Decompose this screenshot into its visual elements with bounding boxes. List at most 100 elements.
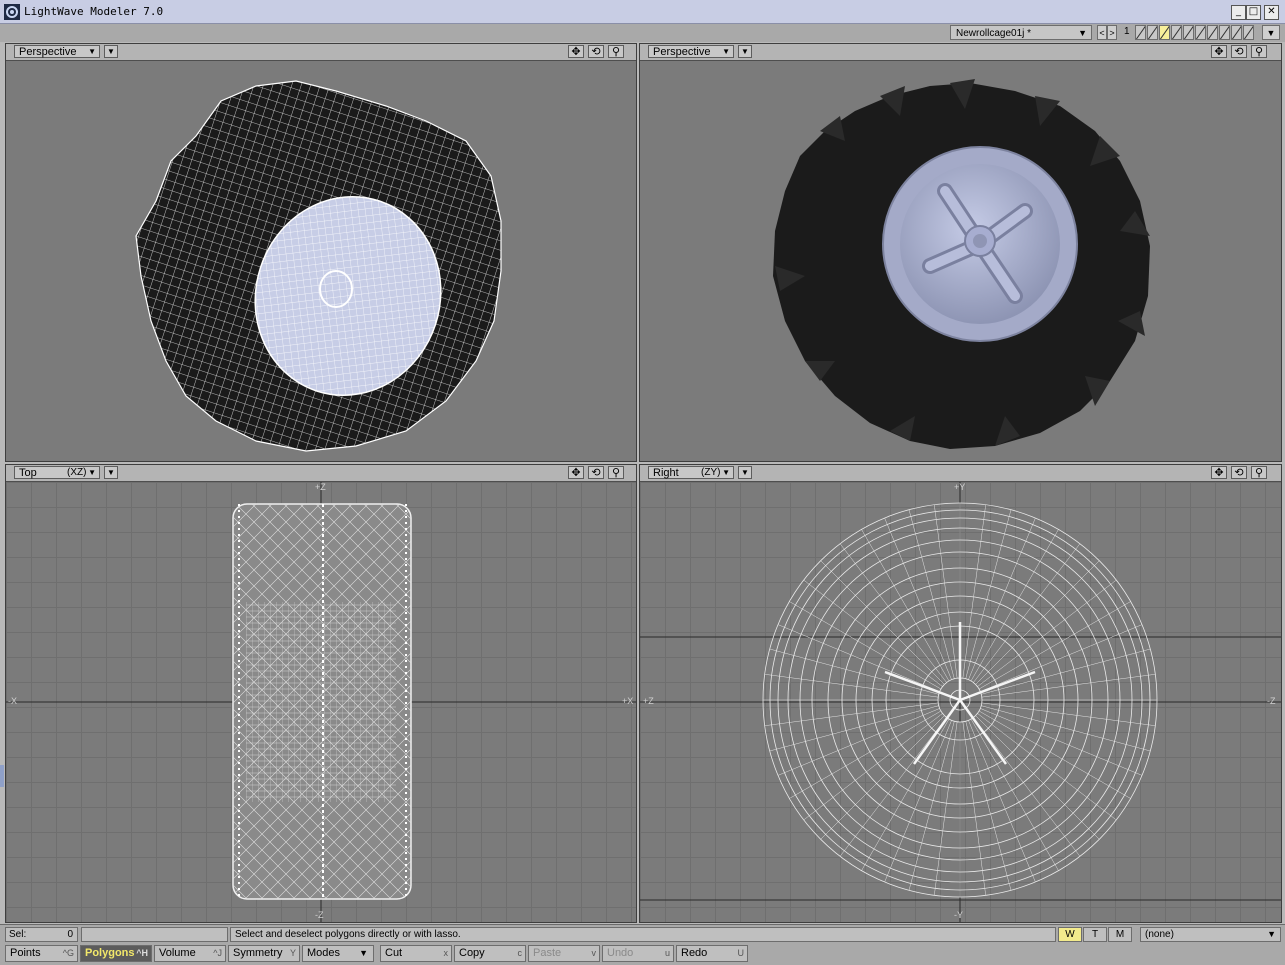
button-label: Redo [681,947,708,959]
next-object-button[interactable]: > [1107,25,1117,40]
view-type-label: Top [19,467,37,479]
wireframe-edge [965,509,1012,679]
viewport-canvas[interactable] [6,61,636,461]
viewport-canvas[interactable] [640,61,1281,461]
tool-hint: Select and deselect polygons directly or… [230,927,1056,942]
render-mode-select[interactable]: ▼ [738,45,752,58]
rotate-view-icon[interactable]: ⟲ [588,466,604,479]
wireframe-edge [968,720,1036,883]
minimize-button[interactable]: _ [1231,5,1246,20]
redo-button[interactable]: Redo U [676,945,748,962]
layer-10-button[interactable] [1243,25,1254,40]
vertex-map-select[interactable]: (none) ▼ [1140,927,1281,942]
wireframe-edge [884,720,952,883]
wireframe-edge [934,721,958,896]
render-mode-select[interactable]: ▼ [104,466,118,479]
paste-button[interactable]: Paste v [528,945,600,962]
shortcut-key: c [517,948,523,958]
wireframe-edge [965,721,1012,891]
rotate-view-icon[interactable]: ⟲ [588,45,604,58]
layer-6-button[interactable] [1195,25,1206,40]
object-layer-bar: Newrollcage01j * ▼ < > 1 ▼ [0,24,1285,42]
cut-button[interactable]: Cut x [380,945,452,962]
modes-dropdown[interactable]: Modes ▼ [302,945,374,962]
layer-8-button[interactable] [1219,25,1230,40]
zoom-view-icon[interactable]: ⚲ [608,466,624,479]
wireframe-edge [820,560,945,685]
layer-7-button[interactable] [1207,25,1218,40]
viewport-canvas[interactable]: +Z -Z -X +X [6,482,636,922]
shortcut-key: v [591,948,597,958]
viewport-bottom-right[interactable]: Right (ZY) ▼ ▼ ✥ ⟲ ⚲ +Y -Y +Z -Z [639,464,1282,923]
wireframe-edge [764,702,939,726]
view-type-label: Right [653,467,679,479]
layer-4-button[interactable] [1171,25,1182,40]
layer-5-button[interactable] [1183,25,1194,40]
selection-info-field [81,927,228,942]
move-view-icon[interactable]: ✥ [568,466,584,479]
shortcut-key: u [664,948,670,958]
weight-map-toggle[interactable]: W [1058,927,1082,942]
undo-button[interactable]: Undo u [602,945,674,962]
lightwave-app-icon [4,4,20,20]
view-type-select[interactable]: Top (XZ) ▼ [14,466,100,479]
zoom-view-icon[interactable]: ⚲ [1251,45,1267,58]
texture-map-toggle[interactable]: T [1083,927,1107,942]
viewport-top-right[interactable]: Perspective ▼ ▼ ✥ ⟲ ⚲ [639,43,1282,462]
wireframe-edge [975,715,1100,840]
wireframe-edge [908,721,955,891]
volume-mode-button[interactable]: Volume ^J [154,945,226,962]
wireframe-edge [981,674,1156,698]
shortcut-key: Y [289,948,296,958]
chevron-down-icon: ▼ [1267,929,1276,939]
window-edge-marker [0,765,4,787]
object-selector[interactable]: Newrollcage01j * ▼ [950,25,1092,40]
move-view-icon[interactable]: ✥ [1211,45,1227,58]
vertex-map-value: (none) [1145,929,1174,940]
move-view-icon[interactable]: ✥ [1211,466,1227,479]
viewport-canvas[interactable]: +Y -Y +Z -Z [640,482,1281,922]
render-mode-select[interactable]: ▼ [738,466,752,479]
zoom-view-icon[interactable]: ⚲ [608,45,624,58]
render-mode-select[interactable]: ▼ [104,45,118,58]
viewport-top-left[interactable]: Perspective ▼ ▼ ✥ ⟲ ⚲ [5,43,637,462]
title-bar: LightWave Modeler 7.0 _ □ ✕ [0,0,1285,24]
zoom-view-icon[interactable]: ⚲ [1251,466,1267,479]
window-title: LightWave Modeler 7.0 [24,5,164,18]
morph-map-toggle[interactable]: M [1108,927,1132,942]
viewport-bottom-left[interactable]: Top (XZ) ▼ ▼ ✥ ⟲ ⚲ +Z -Z -X +X [5,464,637,923]
layer-9-button[interactable] [1231,25,1242,40]
wireframe-edge [820,715,945,840]
view-type-select[interactable]: Perspective ▼ [648,45,734,58]
shaded-tire-render [773,79,1150,449]
axis-label-left: -X [8,696,17,706]
viewport-header: Perspective ▼ ▼ ✥ ⟲ ⚲ [640,44,1281,61]
move-view-icon[interactable]: ✥ [568,45,584,58]
viewport-header: Top (XZ) ▼ ▼ ✥ ⟲ ⚲ [6,465,636,482]
wireframe-edge [975,560,1100,685]
button-label: Modes [307,947,341,959]
prev-object-button[interactable]: < [1097,25,1107,40]
shortcut-key: ^J [213,948,222,958]
layer-1-button[interactable] [1135,25,1146,40]
wireframe-edge [980,624,1143,692]
button-label: Volume [159,947,196,959]
points-mode-button[interactable]: Points ^G [5,945,78,962]
wireframe-edge [884,517,952,680]
wireframe-edge [764,674,939,698]
layer-menu-button[interactable]: ▼ [1262,25,1280,40]
button-label: Symmetry [233,947,283,959]
symmetry-button[interactable]: Symmetry Y [228,945,300,962]
copy-button[interactable]: Copy c [454,945,526,962]
view-type-select[interactable]: Perspective ▼ [14,45,100,58]
view-type-select[interactable]: Right (ZY) ▼ [648,466,734,479]
rotate-view-icon[interactable]: ⟲ [1231,45,1247,58]
rotate-view-icon[interactable]: ⟲ [1231,466,1247,479]
wireframe-edge [962,504,986,679]
maximize-button[interactable]: □ [1246,5,1261,20]
layer-2-button[interactable] [1147,25,1158,40]
polygons-mode-button[interactable]: Polygons ^H [80,945,152,962]
close-button[interactable]: ✕ [1264,5,1279,20]
button-label: Cut [385,947,403,959]
layer-3-button[interactable] [1159,25,1170,40]
